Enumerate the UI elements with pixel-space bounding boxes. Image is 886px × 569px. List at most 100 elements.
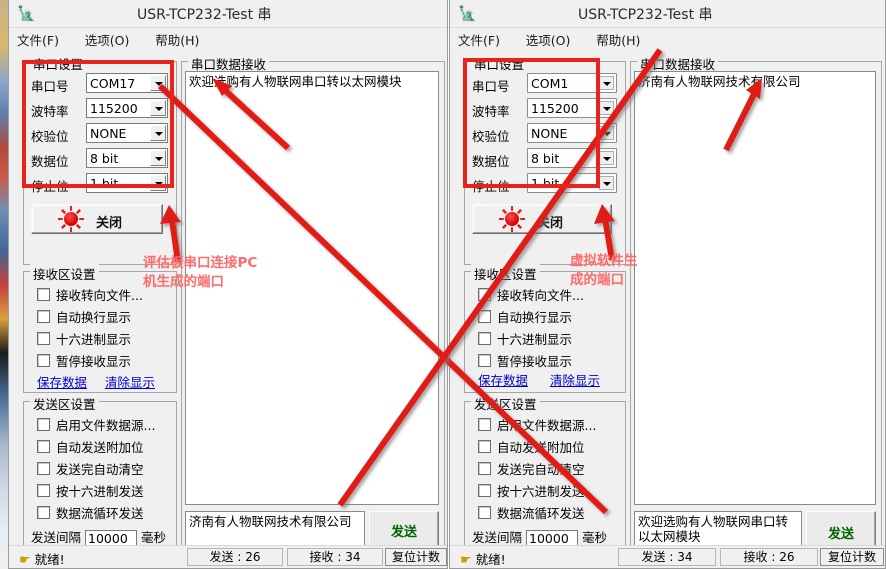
menu-item-help[interactable]: 帮助(H) xyxy=(596,30,640,49)
send-interval-label: 发送间隔 xyxy=(472,530,523,545)
checkbox-auto-append[interactable]: 自动发送附加位 xyxy=(37,437,144,455)
parity-select[interactable]: NONE xyxy=(527,123,617,143)
parity-select[interactable]: NONE xyxy=(86,123,168,143)
menu-item-options[interactable]: 选项(O) xyxy=(85,30,130,49)
receive-textarea[interactable]: 欢迎选购有人物联网串口转以太网模块 xyxy=(185,71,439,505)
checkbox-icon[interactable] xyxy=(478,354,491,367)
stopbits-select[interactable]: 1 bit xyxy=(86,173,168,193)
checkbox-loop-send[interactable]: 数据流循环发送 xyxy=(478,503,585,521)
databits-label: 数据位 xyxy=(31,154,69,169)
checkbox-label: 十六进制显示 xyxy=(497,332,573,347)
checkbox-clear-after-send[interactable]: 发送完自动清空 xyxy=(478,459,585,477)
chevron-down-icon[interactable] xyxy=(150,100,166,116)
menu-item-options[interactable]: 选项(O) xyxy=(526,30,571,49)
close-port-button[interactable]: 关闭 xyxy=(31,204,163,234)
right-window: 🗽 USR-TCP232-Test 串 文件(F) 选项(O) 帮助(H) 串口… xyxy=(449,0,886,569)
checkbox-auto-linefeed[interactable]: 自动换行显示 xyxy=(478,307,572,325)
checkbox-enable-file-source[interactable]: 启用文件数据源... xyxy=(478,415,596,433)
checkbox-auto-linefeed[interactable]: 自动换行显示 xyxy=(37,307,131,325)
desktop-background-strip xyxy=(0,0,8,569)
parity-label: 校验位 xyxy=(472,129,510,144)
baud-select[interactable]: 115200 xyxy=(86,98,168,118)
checkbox-label: 启用文件数据源... xyxy=(56,418,156,433)
checkbox-pause-receive[interactable]: 暂停接收显示 xyxy=(37,351,131,369)
checkbox-hex-send[interactable]: 按十六进制发送 xyxy=(478,481,585,499)
save-data-link[interactable]: 保存数据 xyxy=(478,370,528,389)
checkbox-icon[interactable] xyxy=(478,462,491,475)
checkbox-icon[interactable] xyxy=(37,354,50,367)
checkbox-icon[interactable] xyxy=(478,484,491,497)
clear-display-link[interactable]: 清除显示 xyxy=(550,370,600,389)
send-button[interactable]: 发送 xyxy=(369,511,439,547)
checkbox-enable-file-source[interactable]: 启用文件数据源... xyxy=(37,415,155,433)
chevron-down-icon[interactable] xyxy=(150,150,166,166)
checkbox-icon[interactable] xyxy=(37,288,50,301)
save-data-link[interactable]: 保存数据 xyxy=(37,372,87,391)
checkbox-pause-receive[interactable]: 暂停接收显示 xyxy=(478,351,572,369)
left-menubar: 文件(F) 选项(O) 帮助(H) xyxy=(9,28,447,49)
databits-row: 数据位 8 bit xyxy=(31,148,169,170)
baud-row: 波特率 115200 xyxy=(31,98,169,120)
checkbox-icon[interactable] xyxy=(478,332,491,345)
parity-label: 校验位 xyxy=(31,129,69,144)
chevron-down-icon[interactable] xyxy=(150,175,166,191)
databits-select[interactable]: 8 bit xyxy=(527,148,617,168)
left-window-title: USR-TCP232-Test 串 xyxy=(137,7,272,23)
chevron-down-icon[interactable] xyxy=(599,101,614,115)
parity-row: 校验位 NONE xyxy=(472,123,618,145)
checkbox-icon[interactable] xyxy=(37,418,50,431)
clear-display-link[interactable]: 清除显示 xyxy=(105,372,155,391)
send-textarea[interactable]: 济南有人物联网技术有限公司 xyxy=(185,511,365,547)
checkbox-label: 接收转向文件... xyxy=(497,288,584,303)
checkbox-icon[interactable] xyxy=(478,288,491,301)
chevron-down-icon[interactable] xyxy=(599,151,614,165)
chevron-down-icon[interactable] xyxy=(150,75,166,91)
menu-item-file[interactable]: 文件(F) xyxy=(458,30,500,49)
menu-item-help[interactable]: 帮助(H) xyxy=(155,30,199,49)
checkbox-receive-to-file[interactable]: 接收转向文件... xyxy=(37,285,143,303)
checkbox-icon[interactable] xyxy=(478,506,491,519)
checkbox-label: 暂停接收显示 xyxy=(56,354,132,369)
checkbox-hex-display[interactable]: 十六进制显示 xyxy=(478,329,572,347)
checkbox-label: 自动发送附加位 xyxy=(497,440,585,455)
checkbox-icon[interactable] xyxy=(37,332,50,345)
receive-textarea[interactable]: 济南有人物联网技术有限公司 xyxy=(634,71,876,505)
checkbox-icon[interactable] xyxy=(37,310,50,323)
port-label: 串口号 xyxy=(472,79,510,94)
reset-counter-button[interactable]: 复位计数 xyxy=(385,548,447,566)
close-port-button[interactable]: 关闭 xyxy=(472,204,612,234)
baud-label: 波特率 xyxy=(472,104,510,119)
checkbox-icon[interactable] xyxy=(37,462,50,475)
checkbox-icon[interactable] xyxy=(478,310,491,323)
checkbox-icon[interactable] xyxy=(37,506,50,519)
port-select[interactable]: COM17 xyxy=(86,73,168,93)
parity-value: NONE xyxy=(90,126,127,141)
checkbox-auto-append[interactable]: 自动发送附加位 xyxy=(478,437,585,455)
chevron-down-icon[interactable] xyxy=(599,76,614,90)
stopbits-select[interactable]: 1 bit xyxy=(527,173,617,193)
checkbox-label: 接收转向文件... xyxy=(56,288,143,303)
checkbox-icon[interactable] xyxy=(478,440,491,453)
baud-value: 115200 xyxy=(90,101,138,116)
send-interval-unit: 毫秒 xyxy=(141,530,167,545)
menu-item-file[interactable]: 文件(F) xyxy=(17,30,59,49)
status-sent-count: 发送 : 26 xyxy=(187,548,283,566)
checkbox-receive-to-file[interactable]: 接收转向文件... xyxy=(478,285,584,303)
databits-select[interactable]: 8 bit xyxy=(86,148,168,168)
baud-select[interactable]: 115200 xyxy=(527,98,617,118)
checkbox-icon[interactable] xyxy=(37,440,50,453)
checkbox-icon[interactable] xyxy=(37,484,50,497)
send-interval-row: 发送间隔 10000 毫秒 xyxy=(472,527,607,547)
status-led-icon xyxy=(505,212,519,226)
chevron-down-icon[interactable] xyxy=(599,176,614,190)
close-port-label: 关闭 xyxy=(537,216,564,231)
send-button-label: 发送 xyxy=(827,527,854,542)
checkbox-hex-display[interactable]: 十六进制显示 xyxy=(37,329,131,347)
port-select[interactable]: COM1 xyxy=(527,73,617,93)
checkbox-clear-after-send[interactable]: 发送完自动清空 xyxy=(37,459,144,477)
checkbox-hex-send[interactable]: 按十六进制发送 xyxy=(37,481,144,499)
chevron-down-icon[interactable] xyxy=(150,125,166,141)
checkbox-icon[interactable] xyxy=(478,418,491,431)
chevron-down-icon[interactable] xyxy=(599,126,614,140)
checkbox-loop-send[interactable]: 数据流循环发送 xyxy=(37,503,144,521)
